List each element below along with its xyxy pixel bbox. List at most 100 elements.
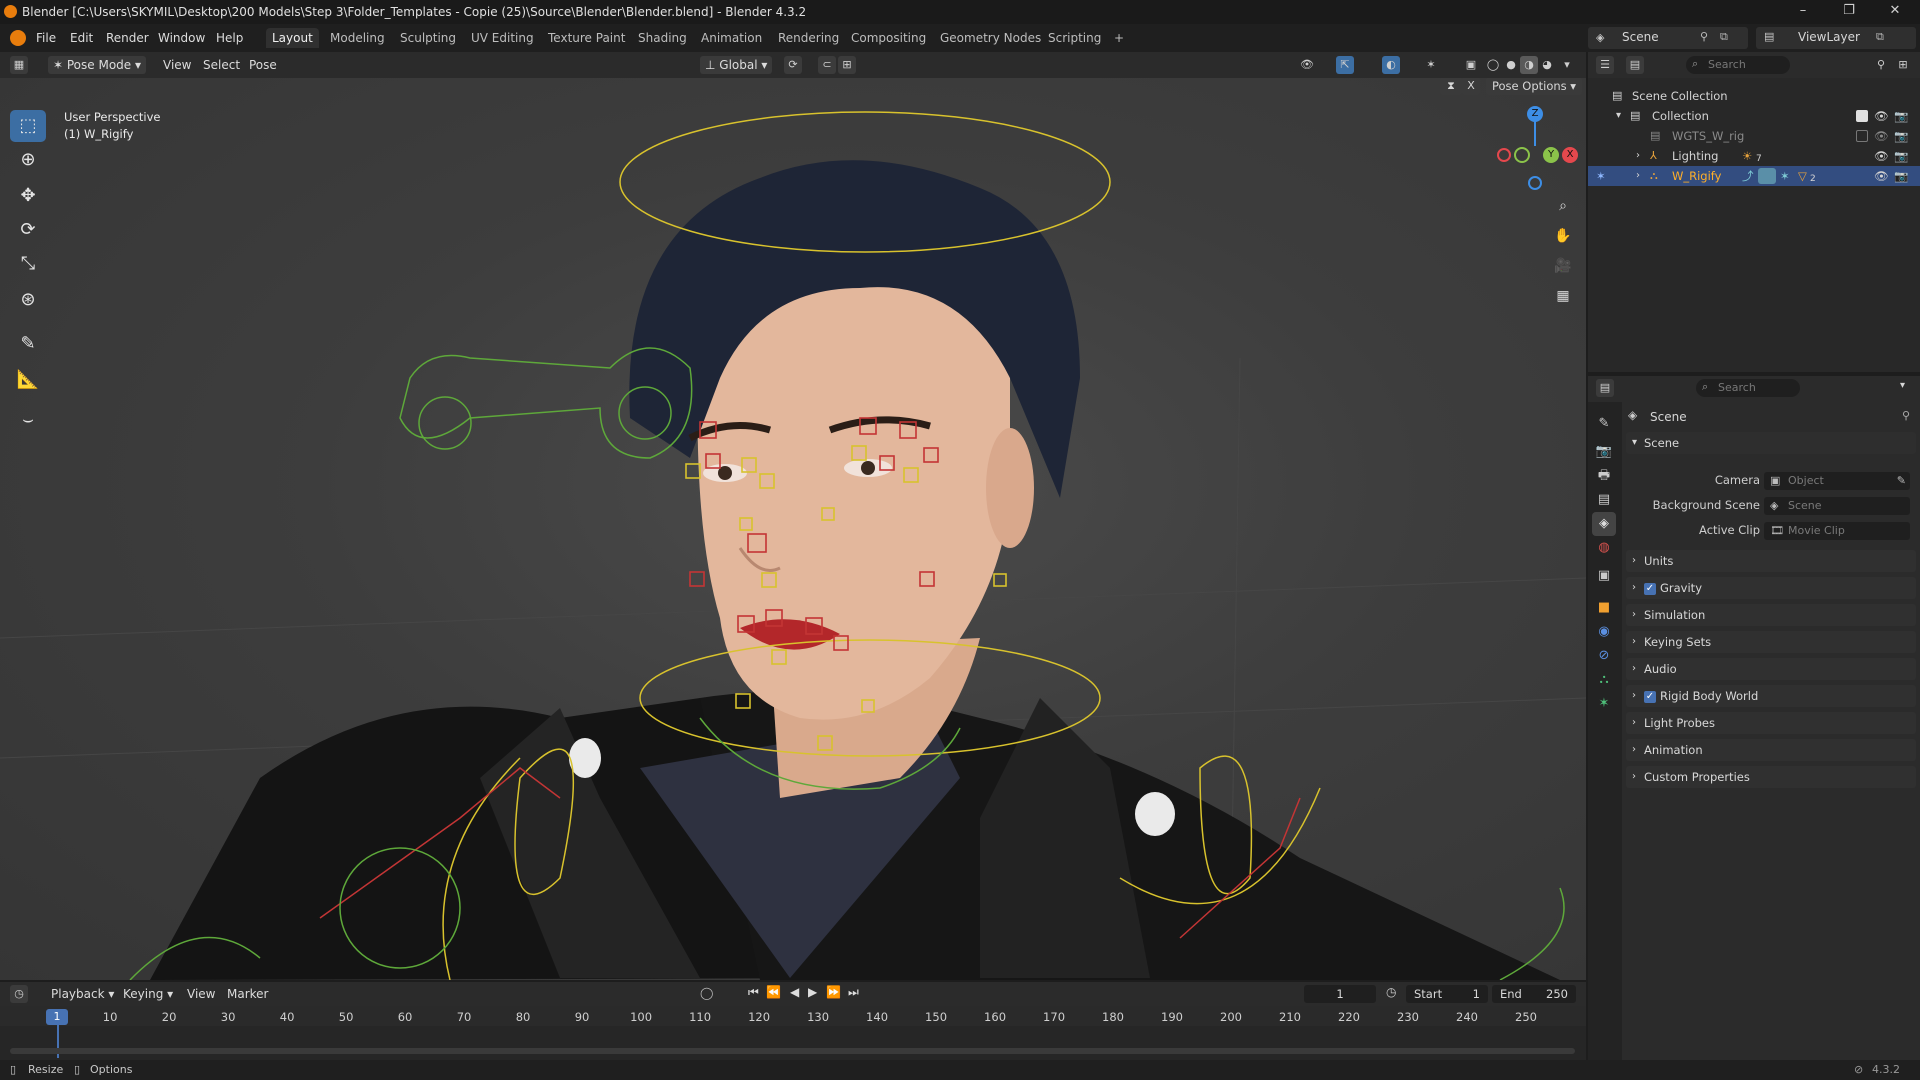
camera-render-icon[interactable]: 📷 bbox=[1894, 106, 1908, 126]
tab-shading[interactable]: Shading bbox=[632, 28, 693, 48]
eye-icon[interactable]: 👁 bbox=[1874, 106, 1889, 126]
timeline-editor-icon[interactable]: ◷ bbox=[10, 985, 28, 1003]
next-keyframe-icon[interactable]: ⏩ bbox=[826, 985, 841, 999]
tool-cursor[interactable]: ⊕ bbox=[10, 144, 46, 176]
transform-orientation-selector[interactable]: ⊥ Global ▾ bbox=[700, 56, 773, 74]
prev-keyframe-icon[interactable]: ⏪ bbox=[766, 985, 781, 999]
tab-rendering[interactable]: Rendering bbox=[772, 28, 845, 48]
menu-edit[interactable]: Edit bbox=[66, 29, 97, 47]
jump-start-icon[interactable]: ⏮ bbox=[748, 985, 759, 1000]
render-tab-icon[interactable]: 📷 bbox=[1592, 440, 1616, 464]
eyedropper-icon[interactable]: ✎ bbox=[1897, 472, 1906, 490]
tab-compositing[interactable]: Compositing bbox=[845, 28, 932, 48]
filter-icon[interactable]: ⚲ bbox=[1872, 56, 1890, 74]
tool-tab-icon[interactable]: ✎ bbox=[1592, 412, 1616, 436]
outliner-row-scene-collection[interactable]: ▤ Scene Collection bbox=[1588, 86, 1920, 106]
expand-chevron-icon[interactable]: › bbox=[1636, 146, 1640, 166]
active-clip-field[interactable]: 🎞 Movie Clip bbox=[1764, 522, 1910, 540]
tool-select-box[interactable]: ⬚ bbox=[10, 110, 46, 142]
new-view-layer-icon[interactable]: ⧉ bbox=[1876, 30, 1884, 44]
menu-view[interactable]: View bbox=[158, 56, 196, 74]
zoom-icon[interactable]: ⌕ bbox=[1550, 193, 1576, 219]
rigid-body-world-panel[interactable]: › ✓ Rigid Body World bbox=[1626, 685, 1916, 707]
properties-editor-icon[interactable]: ▤ bbox=[1596, 379, 1614, 397]
custom-properties-panel[interactable]: › Custom Properties bbox=[1626, 766, 1916, 788]
editor-type-icon[interactable]: ▦ bbox=[10, 56, 28, 74]
neg-x-handle[interactable] bbox=[1497, 148, 1511, 162]
perspective-toggle-icon[interactable]: ▦ bbox=[1550, 283, 1576, 309]
outliner-row-lighting[interactable]: › ⅄ Lighting ☀ 7 👁 📷 bbox=[1588, 146, 1920, 166]
view-layer-selector[interactable]: ▤ ViewLayer ⧉ bbox=[1756, 27, 1916, 49]
snap-target-icon[interactable]: ⊞ bbox=[838, 56, 856, 74]
tab-uv-editing[interactable]: UV Editing bbox=[465, 28, 540, 48]
add-workspace-button[interactable]: + bbox=[1108, 28, 1130, 48]
pose-mode-indicator-icon[interactable]: ✶ bbox=[1596, 166, 1606, 186]
armature-data-tab-icon[interactable]: ⛬ bbox=[1592, 668, 1616, 692]
outliner-search-input[interactable]: ⌕ Search bbox=[1686, 56, 1790, 74]
outliner-row-w-rigify[interactable]: ✶ › ⛬ W_Rigify ⤴ ✶ ▽ 2 👁 📷 bbox=[1588, 166, 1920, 186]
pose-sym-icon[interactable]: ⧗ bbox=[1440, 78, 1462, 95]
camera-render-icon[interactable]: 📷 bbox=[1894, 166, 1908, 186]
view-layer-tab-icon[interactable]: ▤ bbox=[1592, 488, 1616, 512]
gizmo-toggle-icon[interactable]: ⇱ bbox=[1336, 56, 1354, 74]
menu-pose[interactable]: Pose bbox=[244, 56, 282, 74]
snap-icon[interactable]: ⊂ bbox=[818, 56, 836, 74]
collection-tab-icon[interactable]: ▣ bbox=[1592, 564, 1616, 588]
tab-modeling[interactable]: Modeling bbox=[324, 28, 391, 48]
output-tab-icon[interactable]: 🖶 bbox=[1592, 464, 1616, 488]
timeline-scrollbar[interactable] bbox=[10, 1048, 1575, 1054]
frame-ruler[interactable]: 10 20 30 40 50 60 70 80 90 100 110 120 130 140 150 160 1… bbox=[0, 1006, 1586, 1026]
expand-chevron-icon[interactable]: ▾ bbox=[1616, 106, 1621, 126]
pose-x-icon[interactable]: X bbox=[1462, 78, 1480, 95]
pose-options-button[interactable]: Pose Options ▾ bbox=[1486, 78, 1583, 95]
shading-options-icon[interactable]: ▾ bbox=[1558, 56, 1576, 74]
menu-playback[interactable]: Playback ▾ bbox=[46, 985, 119, 1003]
tool-bone-relax[interactable]: ⌣ bbox=[10, 404, 46, 436]
menu-keying[interactable]: Keying ▾ bbox=[118, 985, 178, 1003]
minimize-button[interactable]: – bbox=[1780, 0, 1826, 24]
play-icon[interactable]: ▶ bbox=[808, 985, 817, 999]
new-collection-icon[interactable]: ⊞ bbox=[1894, 56, 1912, 74]
pan-hand-icon[interactable]: ✋ bbox=[1550, 223, 1576, 249]
y-axis-handle[interactable]: Y bbox=[1543, 147, 1559, 163]
camera-render-icon[interactable]: 📷 bbox=[1894, 126, 1908, 146]
units-panel[interactable]: › Units bbox=[1626, 550, 1916, 572]
menu-help[interactable]: Help bbox=[212, 29, 247, 47]
physics-tab-icon[interactable]: ◉ bbox=[1592, 620, 1616, 644]
exclude-checkbox[interactable] bbox=[1856, 130, 1868, 142]
properties-search-input[interactable]: ⌕ Search bbox=[1696, 379, 1800, 397]
outliner-row-collection[interactable]: ▾ ▤ Collection 👁 📷 bbox=[1588, 106, 1920, 126]
tab-animation[interactable]: Animation bbox=[695, 28, 768, 48]
navigation-gizmo[interactable]: Z Y X bbox=[1496, 106, 1578, 190]
light-probes-panel[interactable]: › Light Probes bbox=[1626, 712, 1916, 734]
chevron-down-icon[interactable]: ▾ bbox=[1900, 380, 1905, 391]
auto-keying-icon[interactable]: ◯ bbox=[700, 986, 713, 1000]
rendered-shading-icon[interactable]: ◕ bbox=[1538, 56, 1556, 74]
neg-y-handle[interactable] bbox=[1514, 147, 1530, 163]
menu-window[interactable]: Window bbox=[154, 29, 209, 47]
play-reverse-icon[interactable]: ◀ bbox=[790, 985, 799, 999]
end-frame-field[interactable]: End 250 bbox=[1492, 985, 1576, 1003]
tool-scale[interactable]: ⤡ bbox=[10, 248, 46, 280]
3d-viewport[interactable]: User Perspective (1) W_Rigify ⧗ X Pose O… bbox=[0, 78, 1586, 980]
camera-view-icon[interactable]: 🎥 bbox=[1550, 253, 1576, 279]
blender-menu-icon[interactable] bbox=[10, 30, 26, 46]
tab-texture-paint[interactable]: Texture Paint bbox=[542, 28, 631, 48]
gravity-checkbox[interactable]: ✓ bbox=[1644, 582, 1656, 595]
visibility-icon[interactable]: 👁 bbox=[1298, 56, 1316, 74]
x-axis-handle[interactable]: X bbox=[1562, 147, 1578, 163]
pin-icon[interactable]: ⚲ bbox=[1902, 409, 1910, 422]
eye-icon[interactable]: 👁 bbox=[1874, 166, 1889, 186]
simulation-panel[interactable]: › Simulation bbox=[1626, 604, 1916, 626]
audio-panel[interactable]: › Audio bbox=[1626, 658, 1916, 680]
playhead-frame-badge[interactable]: 1 bbox=[46, 1009, 68, 1025]
start-frame-field[interactable]: Start 1 bbox=[1406, 985, 1488, 1003]
menu-timeline-view[interactable]: View bbox=[182, 985, 220, 1003]
display-mode-icon[interactable]: ▤ bbox=[1626, 56, 1644, 74]
menu-marker[interactable]: Marker bbox=[222, 985, 273, 1003]
tab-scripting[interactable]: Scripting bbox=[1042, 28, 1107, 48]
material-preview-icon[interactable]: ◑ bbox=[1520, 56, 1538, 74]
camera-field[interactable]: ▣ Object ✎ bbox=[1764, 472, 1910, 490]
mode-selector[interactable]: ✶ Pose Mode ▾ bbox=[48, 56, 147, 74]
animation-panel[interactable]: › Animation bbox=[1626, 739, 1916, 761]
